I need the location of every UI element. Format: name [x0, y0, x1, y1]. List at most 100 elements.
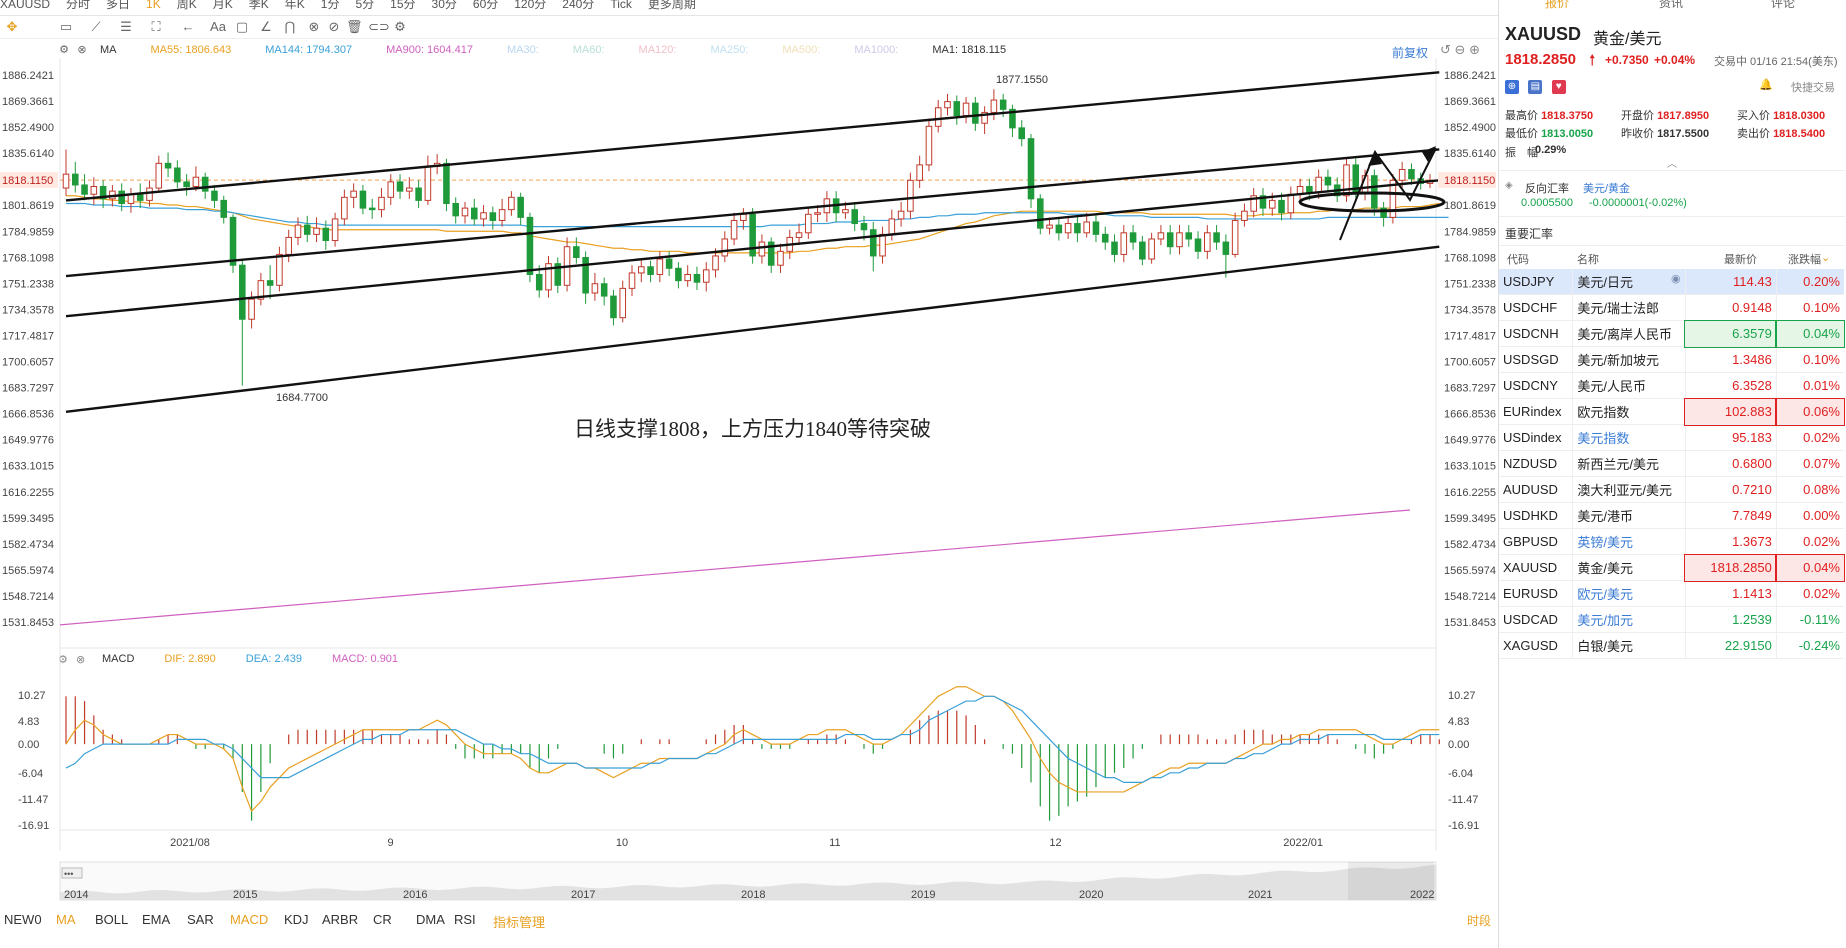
- col-code[interactable]: 代码: [1507, 251, 1529, 267]
- candle-up: [192, 176, 200, 188]
- row-change: 0.08%: [1775, 476, 1844, 503]
- stat-label: 卖出价: [1737, 128, 1774, 140]
- indicator-tab-ema[interactable]: EMA: [142, 912, 170, 927]
- collapse-icon[interactable]: ︿: [1667, 155, 1677, 170]
- sort-desc-icon[interactable]: ⌄: [1821, 251, 1830, 264]
- indicator-tab-ma[interactable]: MA: [56, 912, 76, 927]
- table-row[interactable]: USDSGD 美元/新加坡元 1.3486 0.10%: [1499, 346, 1844, 373]
- price-tick: 1886.2421: [1444, 70, 1496, 82]
- table-row[interactable]: USDCNY 美元/人民币 6.3528 0.01%: [1499, 372, 1844, 399]
- table-row[interactable]: AUDUSD 澳大利亚元/美元 0.7210 0.08%: [1499, 476, 1844, 503]
- candle-up: [934, 107, 942, 127]
- candle-up: [1046, 224, 1053, 229]
- tab-quote[interactable]: 报价: [1545, 0, 1569, 11]
- overview-year: 2018: [741, 889, 765, 901]
- row-code: AUDUSD: [1499, 476, 1573, 503]
- session-button[interactable]: 时段: [1467, 912, 1491, 929]
- candle-up: [730, 219, 738, 240]
- symbol-name: 黄金/美元: [1593, 31, 1662, 48]
- row-code: EURUSD: [1499, 580, 1573, 607]
- table-row[interactable]: NZDUSD 新西兰元/美元 0.6800 0.07%: [1499, 450, 1844, 477]
- indicator-tab-rsi[interactable]: RSI: [454, 912, 476, 927]
- col-change[interactable]: 涨跌幅: [1788, 251, 1821, 267]
- important-rates-title: 重要汇率: [1505, 227, 1554, 241]
- indicator-tab-cr[interactable]: CR: [373, 912, 392, 927]
- candle-down: [1278, 199, 1285, 214]
- row-name: 美元/人民币: [1572, 372, 1686, 399]
- table-row[interactable]: USDJPY 美元/日元 ◉ 114.43 0.20%: [1499, 269, 1844, 295]
- row-name: 美元/瑞士法郎: [1572, 294, 1686, 321]
- candle-up: [480, 212, 487, 220]
- tab-news[interactable]: 资讯: [1659, 0, 1683, 11]
- candle-up: [721, 238, 729, 257]
- watch-eye-icon[interactable]: ◉: [1671, 272, 1681, 285]
- candle-down: [1027, 138, 1035, 200]
- candle-up: [498, 209, 506, 221]
- globe-icon[interactable]: ⊕: [1505, 80, 1519, 94]
- indicator-tab-boll[interactable]: BOLL: [95, 912, 128, 927]
- table-row[interactable]: XAUUSD 黄金/美元 1818.2850 0.04%: [1499, 553, 1845, 582]
- table-row[interactable]: USDCNH 美元/离岸人民币 6.3579 0.04%: [1499, 319, 1845, 348]
- candle-up: [341, 196, 348, 220]
- chart-svg[interactable]: 1886.2421 1869.3661 1852.4900 1835.6140 1818…: [0, 0, 1498, 910]
- document-icon[interactable]: ▤: [1528, 80, 1543, 94]
- price-tick: 1666.8536: [1444, 409, 1496, 421]
- candle-up: [387, 181, 395, 198]
- table-row[interactable]: XAGUSD 白银/美元 22.9150 -0.24%: [1499, 632, 1844, 659]
- row-last: 1.2539: [1684, 606, 1777, 633]
- bell-icon[interactable]: 🔔: [1759, 78, 1773, 91]
- candle-up: [155, 162, 163, 189]
- table-row[interactable]: USDCAD 美元/加元 1.2539 -0.11%: [1499, 606, 1844, 633]
- col-name[interactable]: 名称: [1577, 251, 1599, 267]
- price-tick: 1717.4817: [1444, 330, 1496, 342]
- candle-down: [1111, 241, 1118, 255]
- candlesticks: [62, 89, 1434, 386]
- row-code: EURindex: [1499, 398, 1573, 425]
- indicator-tab-macd[interactable]: MACD: [230, 912, 268, 927]
- candle-up: [814, 212, 821, 215]
- ellipsis-icon: •••: [64, 869, 73, 879]
- candle-up: [294, 224, 302, 238]
- candle-down: [953, 101, 961, 117]
- overview-year: 2017: [571, 889, 595, 901]
- price-tick: 1869.3661: [1444, 96, 1496, 108]
- price-tick: 1683.7297: [2, 383, 54, 395]
- table-row[interactable]: USDCHF 美元/瑞士法郎 0.9148 0.10%: [1499, 294, 1844, 321]
- price-tick: 1565.5974: [2, 565, 54, 577]
- candle-up: [628, 272, 636, 289]
- indicator-tab-new0[interactable]: NEW0: [4, 912, 42, 927]
- table-row[interactable]: USDHKD 美元/港币 7.7849 0.00%: [1499, 502, 1844, 529]
- row-last: 6.3528: [1684, 372, 1777, 399]
- stat-value: 1817.5500: [1657, 128, 1710, 140]
- table-row[interactable]: EURindex 欧元指数 102.883 0.06%: [1499, 397, 1845, 426]
- stat-value: 1818.3750: [1541, 110, 1594, 122]
- indicator-tab-kdj[interactable]: KDJ: [284, 912, 309, 927]
- candle-down: [1306, 186, 1313, 194]
- candle-down: [183, 181, 190, 188]
- macd-tick: -11.47: [1448, 794, 1478, 806]
- stat-label: 最高价: [1505, 110, 1542, 122]
- indicator-tabs: NEW0 MA BOLL EMA SAR MACD KDJ ARBR CR DMA RSI 指标管理: [0, 912, 1500, 934]
- indicator-tab-dma[interactable]: DMA: [416, 912, 445, 927]
- table-row[interactable]: GBPUSD 英镑/美元 1.3673 0.02%: [1499, 528, 1844, 555]
- indicator-tab-arbr[interactable]: ARBR: [322, 912, 358, 927]
- favorite-icon[interactable]: ♥: [1551, 80, 1566, 94]
- overview-year: 2016: [403, 889, 427, 901]
- dea-line: [65, 695, 1440, 783]
- quick-trade-button[interactable]: 快捷交易: [1791, 79, 1835, 95]
- row-last: 1818.2850: [1684, 553, 1778, 582]
- indicator-tab-sar[interactable]: SAR: [187, 912, 214, 927]
- candle-down: [220, 199, 228, 218]
- tab-comments[interactable]: 评论: [1771, 0, 1795, 11]
- candle-down: [610, 295, 617, 319]
- macd-tick: -6.04: [1448, 768, 1473, 780]
- reverse-pair[interactable]: 美元/黄金: [1583, 180, 1630, 196]
- reverse-rate-label: 反向汇率: [1525, 183, 1569, 195]
- table-row[interactable]: EURUSD 欧元/美元 1.1413 0.02%: [1499, 580, 1844, 607]
- indicator-tab-指标管理[interactable]: 指标管理: [493, 912, 545, 931]
- table-row[interactable]: USDindex 美元指数 95.183 0.02%: [1499, 424, 1844, 451]
- macd-tick: 10.27: [1448, 690, 1476, 702]
- row-code: NZDUSD: [1499, 450, 1573, 477]
- price-change-pct: +0.04%: [1654, 53, 1696, 67]
- col-last[interactable]: 最新价: [1724, 251, 1757, 267]
